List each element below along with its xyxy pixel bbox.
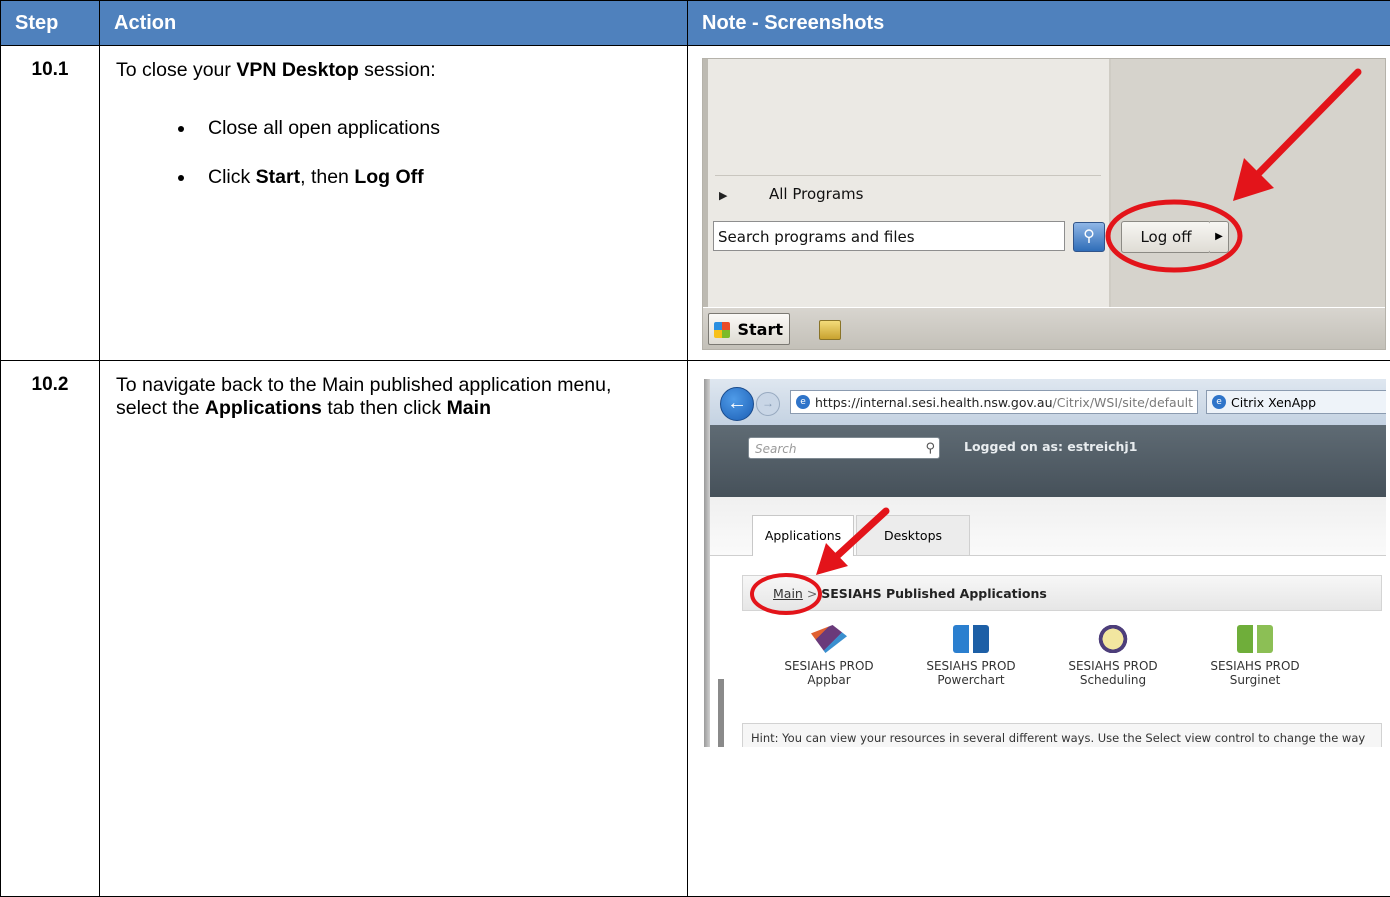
intro-bold: VPN Desktop bbox=[236, 59, 358, 81]
table-row: 10.1 To close your VPN Desktop session: … bbox=[1, 46, 1390, 361]
breadcrumb-main-link[interactable]: Main bbox=[773, 586, 803, 601]
start-menu-screenshot: ▶ All Programs Search programs and files… bbox=[702, 58, 1386, 350]
app-name-line2: Appbar bbox=[754, 673, 904, 687]
app-powerchart[interactable]: SESIAHS PROD Powerchart bbox=[896, 625, 1046, 687]
url-path: /Citrix/WSI/site/default bbox=[1053, 395, 1194, 410]
pane-edge bbox=[703, 59, 708, 307]
breadcrumb-current: SESIAHS Published Applications bbox=[821, 586, 1047, 601]
logged-on-label: Logged on as: estreichj1 bbox=[964, 439, 1137, 454]
bullet-text: Close all open applications bbox=[208, 117, 440, 139]
tab-applications[interactable]: Applications bbox=[752, 515, 854, 556]
app-name-line2: Powerchart bbox=[896, 673, 1046, 687]
app-name-line2: Scheduling bbox=[1038, 673, 1188, 687]
pane-divider bbox=[1109, 59, 1111, 307]
tab-title: Citrix XenApp bbox=[1231, 395, 1316, 410]
ie-page-icon: e bbox=[796, 395, 810, 409]
browser-tab[interactable]: e Citrix XenApp bbox=[1206, 390, 1386, 414]
triangle-right-icon: ▶ bbox=[719, 189, 727, 202]
bullet-item: Close all open applications bbox=[196, 117, 673, 140]
app-name-line2: Surginet bbox=[1180, 673, 1330, 687]
appbar-icon bbox=[811, 625, 847, 653]
action-intro: To close your VPN Desktop session: bbox=[116, 59, 673, 82]
citrix-header: Search ⚲ Logged on as: estreichj1 bbox=[710, 425, 1386, 497]
app-name-line1: SESIAHS PROD bbox=[896, 659, 1046, 673]
windows-logo-icon bbox=[714, 322, 730, 338]
intro-text-end: session: bbox=[359, 59, 436, 81]
taskbar: Start bbox=[703, 307, 1385, 350]
search-icon[interactable]: ⚲ bbox=[1073, 222, 1105, 252]
search-programs-input[interactable]: Search programs and files bbox=[713, 221, 1065, 251]
start-button[interactable]: Start bbox=[708, 313, 790, 345]
search-icon[interactable]: ⚲ bbox=[925, 438, 935, 460]
action-cell: To close your VPN Desktop session: Close… bbox=[100, 46, 688, 361]
window-edge-stripe bbox=[718, 679, 724, 747]
citrix-screenshot: ← → e https://internal.sesi.health.nsw.g… bbox=[704, 379, 1386, 747]
app-name-line1: SESIAHS PROD bbox=[754, 659, 904, 673]
intro-text: To close your bbox=[116, 59, 236, 81]
action-cell: To navigate back to the Main published a… bbox=[100, 361, 688, 897]
chevron-right-icon[interactable]: ▶ bbox=[1210, 221, 1229, 253]
bullet-bold-logoff: Log Off bbox=[354, 166, 423, 188]
ie-tab-icon: e bbox=[1212, 395, 1226, 409]
resource-tabbar: Applications Desktops bbox=[710, 497, 1386, 556]
breadcrumb: Main > SESIAHS Published Applications bbox=[742, 575, 1382, 611]
bullet-text: , then bbox=[300, 166, 354, 188]
hint-bar: Hint: You can view your resources in sev… bbox=[742, 723, 1382, 747]
back-arrow-icon[interactable]: ← bbox=[720, 387, 754, 421]
browser-toolbar: ← → e https://internal.sesi.health.nsw.g… bbox=[710, 379, 1386, 425]
app-appbar[interactable]: SESIAHS PROD Appbar bbox=[754, 625, 904, 687]
action-text-part: tab then click bbox=[322, 397, 447, 419]
forward-arrow-icon[interactable]: → bbox=[756, 392, 780, 416]
action-bold-applications: Applications bbox=[205, 397, 322, 419]
table-header-row: Step Action Note - Screenshots bbox=[1, 1, 1390, 46]
header-note: Note - Screenshots bbox=[688, 1, 1390, 46]
powerchart-icon bbox=[953, 625, 989, 653]
bullet-bold-start: Start bbox=[256, 166, 300, 188]
action-bold-main: Main bbox=[447, 397, 491, 419]
all-programs-item[interactable]: All Programs bbox=[769, 185, 863, 203]
address-bar[interactable]: e https://internal.sesi.health.nsw.gov.a… bbox=[790, 390, 1198, 414]
citrix-search-input[interactable]: Search ⚲ bbox=[748, 437, 940, 459]
step-number: 10.2 bbox=[1, 361, 100, 897]
menu-separator bbox=[715, 175, 1101, 176]
scheduling-icon bbox=[1095, 625, 1131, 653]
log-off-button[interactable]: Log off bbox=[1121, 221, 1211, 253]
screenshot-cell: ← → e https://internal.sesi.health.nsw.g… bbox=[688, 361, 1390, 897]
step-number: 10.1 bbox=[1, 46, 100, 361]
table-row: 10.2 To navigate back to the Main publis… bbox=[1, 361, 1390, 897]
surginet-icon bbox=[1237, 625, 1273, 653]
header-step: Step bbox=[1, 1, 100, 46]
bullet-text: Click bbox=[208, 166, 256, 188]
app-name-line1: SESIAHS PROD bbox=[1038, 659, 1188, 673]
action-bullets: Close all open applications Click Start,… bbox=[116, 117, 673, 189]
screenshot-cell: ▶ All Programs Search programs and files… bbox=[688, 46, 1390, 361]
bullet-item: Click Start, then Log Off bbox=[196, 166, 673, 189]
search-placeholder: Search bbox=[755, 442, 797, 456]
folder-icon[interactable] bbox=[819, 320, 841, 340]
action-text: To navigate back to the Main published a… bbox=[116, 374, 673, 420]
app-icon-grid: SESIAHS PROD Appbar SESIAHS PROD Powerch… bbox=[754, 625, 1374, 705]
tab-desktops[interactable]: Desktops bbox=[856, 515, 970, 555]
procedure-table: Step Action Note - Screenshots 10.1 To c… bbox=[0, 0, 1390, 897]
header-action: Action bbox=[100, 1, 688, 46]
start-menu-left-pane bbox=[703, 59, 1111, 307]
url-host: https://internal.sesi.health.nsw.gov.au bbox=[815, 395, 1053, 410]
app-name-line1: SESIAHS PROD bbox=[1180, 659, 1330, 673]
start-label: Start bbox=[737, 320, 783, 339]
app-scheduling[interactable]: SESIAHS PROD Scheduling bbox=[1038, 625, 1188, 687]
app-surginet[interactable]: SESIAHS PROD Surginet bbox=[1180, 625, 1330, 687]
breadcrumb-separator: > bbox=[803, 586, 821, 601]
